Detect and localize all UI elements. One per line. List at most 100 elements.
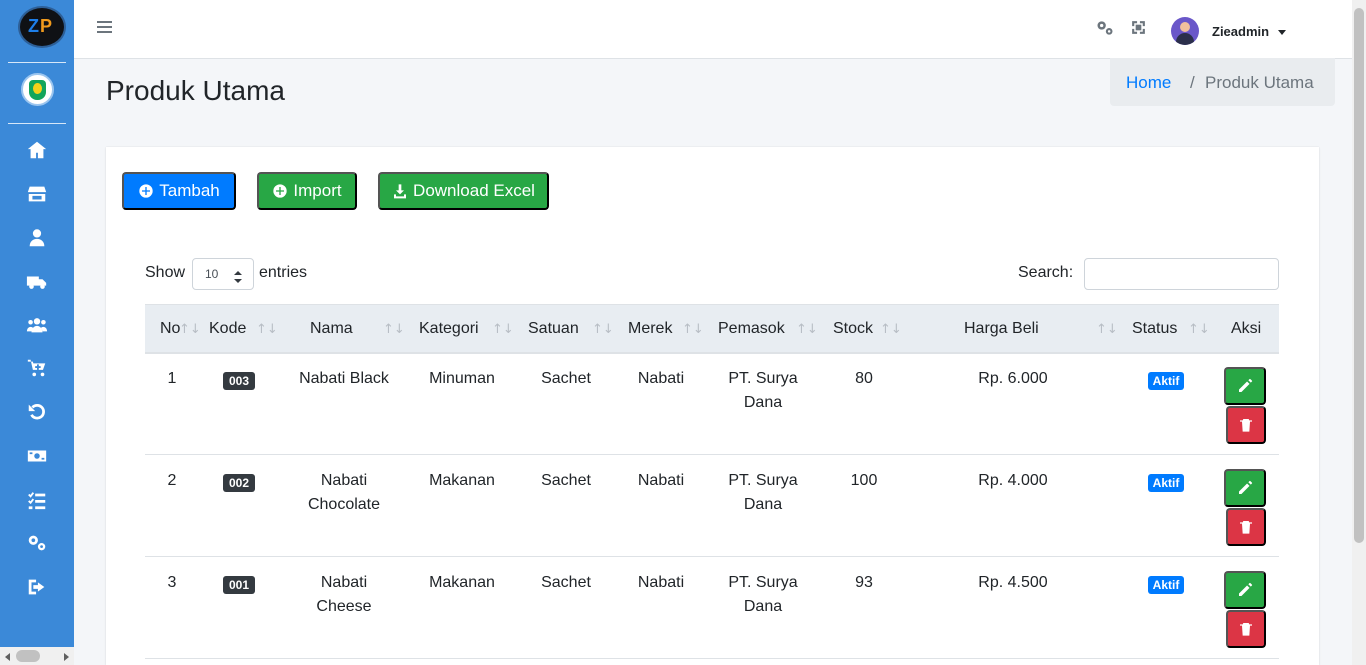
sort-icon[interactable]: ↑↓ <box>796 322 818 337</box>
select-arrows-icon <box>234 268 242 283</box>
sort-icon[interactable]: ↑↓ <box>880 322 902 337</box>
table-row: 1 003 Nabati Black Minuman Sachet Nabati… <box>145 354 1279 455</box>
cell-merek: Nabati <box>637 472 685 489</box>
sort-icon[interactable]: ↑↓ <box>383 322 405 337</box>
cell-merek: Nabati <box>637 574 685 591</box>
table-row: 2 002 Nabati Chocolate Makanan Sachet Na… <box>145 456 1279 557</box>
column-header-status[interactable]: Status <box>1132 320 1177 338</box>
sidebar: Z P <box>0 0 74 647</box>
sort-icon[interactable]: ↑↓ <box>179 322 201 337</box>
cell-harga-beli: Rp. 6.000 <box>978 370 1048 387</box>
tasks-icon[interactable] <box>26 489 48 511</box>
cell-satuan: Sachet <box>541 472 591 489</box>
plus-circle-icon <box>138 183 154 199</box>
search-label: Search: <box>1018 264 1074 281</box>
brand-logo[interactable]: Z P <box>20 8 64 46</box>
sidebar-divider <box>8 62 66 63</box>
money-icon[interactable] <box>26 445 48 467</box>
users-icon[interactable] <box>26 314 48 336</box>
truck-icon[interactable] <box>26 271 48 293</box>
expand-icon[interactable] <box>1130 19 1147 36</box>
cell-stock: 93 <box>855 574 873 591</box>
sort-icon[interactable]: ↑↓ <box>1096 322 1118 337</box>
import-button[interactable]: Import <box>257 172 357 210</box>
user-menu-caret-icon[interactable] <box>1278 30 1286 35</box>
column-header-kode[interactable]: Kode <box>209 320 246 338</box>
user-icon[interactable] <box>26 227 48 249</box>
store-icon[interactable] <box>26 183 48 205</box>
cell-kategori: Makanan <box>429 472 495 489</box>
sidebar-divider <box>8 123 66 124</box>
breadcrumb-home-link[interactable]: Home <box>1126 73 1171 93</box>
delete-button[interactable] <box>1226 508 1266 546</box>
cell-nama: Nabati Chocolate <box>307 472 381 513</box>
delete-button[interactable] <box>1226 610 1266 648</box>
entries-select[interactable]: 10 <box>192 258 254 290</box>
column-header-stock[interactable]: Stock <box>833 320 873 338</box>
download-excel-button[interactable]: Download Excel <box>378 172 549 210</box>
edit-button[interactable] <box>1224 367 1266 405</box>
column-header-merek[interactable]: Merek <box>628 320 672 338</box>
delete-button[interactable] <box>1226 406 1266 444</box>
sort-icon[interactable]: ↑↓ <box>592 322 614 337</box>
import-label: Import <box>293 181 342 200</box>
sort-icon[interactable]: ↑↓ <box>1188 322 1210 337</box>
code-badge: 002 <box>223 474 255 492</box>
regional-seal-icon <box>21 73 54 106</box>
settings-icon[interactable] <box>26 532 48 554</box>
logout-icon[interactable] <box>26 576 48 598</box>
gears-icon[interactable] <box>1095 18 1115 38</box>
cell-no: 3 <box>167 574 177 591</box>
column-header-kategori[interactable]: Kategori <box>419 320 479 338</box>
trash-icon <box>1238 519 1254 535</box>
pencil-icon <box>1237 378 1253 394</box>
column-header-satuan[interactable]: Satuan <box>528 320 579 338</box>
status-badge: Aktif <box>1148 372 1184 390</box>
edit-button[interactable] <box>1224 469 1266 507</box>
cell-nama: Nabati Black <box>299 370 389 387</box>
column-header-harga-beli[interactable]: Harga Beli <box>964 320 1039 338</box>
scroll-right-arrow-icon[interactable] <box>64 653 69 661</box>
cell-harga-beli: Rp. 4.000 <box>978 472 1048 489</box>
undo-icon[interactable] <box>26 401 48 423</box>
avatar[interactable] <box>1171 17 1199 45</box>
cell-nama: Nabati Cheese <box>316 574 372 615</box>
horizontal-scrollbar-thumb[interactable] <box>16 650 40 662</box>
cell-kategori: Minuman <box>429 370 495 387</box>
pencil-icon <box>1237 480 1253 496</box>
scroll-left-arrow-icon[interactable] <box>5 653 10 661</box>
status-badge: Aktif <box>1148 576 1184 594</box>
cell-satuan: Sachet <box>541 574 591 591</box>
column-header-nama[interactable]: Nama <box>310 320 353 338</box>
cell-satuan: Sachet <box>541 370 591 387</box>
sort-icon[interactable]: ↑↓ <box>256 322 278 337</box>
horizontal-scrollbar[interactable] <box>0 647 74 665</box>
cell-no: 2 <box>167 472 177 489</box>
sort-icon[interactable]: ↑↓ <box>682 322 704 337</box>
pencil-icon <box>1237 582 1253 598</box>
cell-pemasok: PT. Surya Dana <box>728 370 798 411</box>
home-icon[interactable] <box>26 139 48 161</box>
sort-icon[interactable]: ↑↓ <box>492 322 514 337</box>
cell-kategori: Makanan <box>429 574 495 591</box>
breadcrumb-current: Produk Utama <box>1205 73 1314 92</box>
add-product-label: Tambah <box>159 181 220 200</box>
column-header-pemasok[interactable]: Pemasok <box>718 320 785 338</box>
vertical-scrollbar-thumb[interactable] <box>1354 8 1364 543</box>
cell-merek: Nabati <box>637 370 685 387</box>
search-input[interactable] <box>1084 258 1279 290</box>
vertical-scrollbar[interactable] <box>1352 0 1366 665</box>
code-badge: 001 <box>223 576 255 594</box>
add-product-button[interactable]: Tambah <box>122 172 236 210</box>
top-navbar <box>74 0 1352 59</box>
user-name[interactable]: Zieadmin <box>1212 24 1269 39</box>
table-header: No ↑↓ Kode ↑↓ Nama ↑↓ Kategori ↑↓ Satuan… <box>145 304 1279 354</box>
admin-app: Z P Zieadmin Produk Utama Home / Produk … <box>0 0 1366 665</box>
cell-pemasok: PT. Surya Dana <box>728 574 798 615</box>
hamburger-menu-button[interactable] <box>97 19 115 35</box>
edit-button[interactable] <box>1224 571 1266 609</box>
table-row: 3 001 Nabati Cheese Makanan Sachet Nabat… <box>145 558 1279 659</box>
cart-icon[interactable] <box>26 357 48 379</box>
download-excel-label: Download Excel <box>413 181 535 200</box>
column-header-no[interactable]: No <box>160 320 180 338</box>
